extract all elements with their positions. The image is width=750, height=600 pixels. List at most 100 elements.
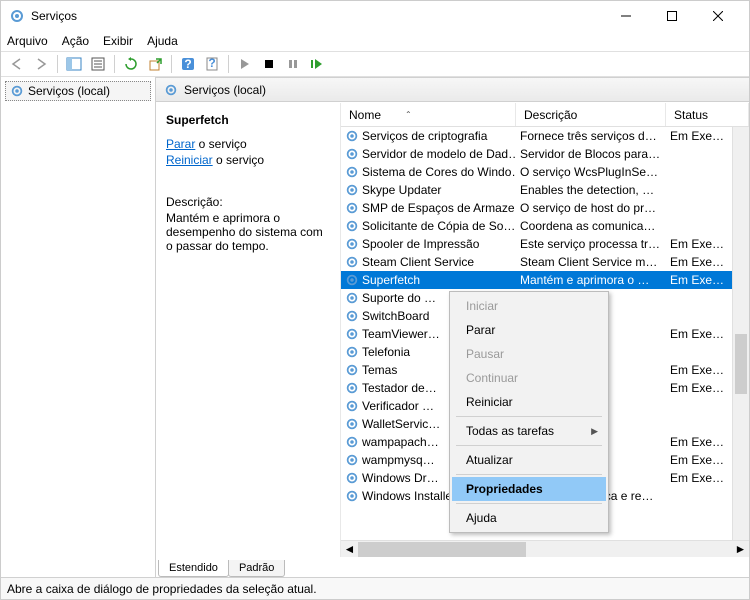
service-row[interactable]: Solicitante de Cópia de So…Coordena as c…	[341, 217, 749, 235]
column-description[interactable]: Descrição	[516, 103, 666, 126]
titlebar: Serviços	[1, 1, 749, 31]
service-desc-cell: Mantém e aprimora o …	[516, 273, 666, 287]
ctx-all-tasks[interactable]: Todas as tarefas▶	[452, 419, 606, 443]
ctx-restart[interactable]: Reiniciar	[452, 390, 606, 414]
scrollbar-thumb[interactable]	[735, 334, 747, 394]
ctx-help[interactable]: Ajuda	[452, 506, 606, 530]
tab-extended[interactable]: Estendido	[158, 560, 229, 577]
column-name[interactable]: Nome⌃	[341, 103, 516, 126]
ctx-stop[interactable]: Parar	[452, 318, 606, 342]
service-name-cell: Sistema de Cores do Windo…	[341, 165, 516, 179]
service-gear-icon	[345, 399, 359, 413]
menu-action[interactable]: Ação	[62, 34, 89, 48]
scroll-left-icon[interactable]: ◄	[341, 542, 358, 557]
ctx-continue[interactable]: Continuar	[452, 366, 606, 390]
pane-header: Serviços (local)	[156, 78, 749, 102]
service-gear-icon	[345, 345, 359, 359]
pause-service-button[interactable]	[281, 53, 305, 75]
service-row[interactable]: SuperfetchMantém e aprimora o …Em Exe…	[341, 271, 749, 289]
scrollbar-thumb[interactable]	[358, 542, 526, 557]
stop-link[interactable]: Parar	[166, 137, 195, 151]
toolbar: ? ?	[1, 51, 749, 77]
service-desc-cell: Servidor de Blocos para…	[516, 147, 666, 161]
refresh-button[interactable]	[119, 53, 143, 75]
ctx-separator	[456, 503, 602, 504]
ctx-pause[interactable]: Pausar	[452, 342, 606, 366]
service-desc-cell: Este serviço processa tr…	[516, 237, 666, 251]
minimize-button[interactable]	[603, 1, 649, 31]
scroll-right-icon[interactable]: ►	[732, 542, 749, 557]
ctx-refresh[interactable]: Atualizar	[452, 448, 606, 472]
start-service-button[interactable]	[233, 53, 257, 75]
ctx-separator	[456, 474, 602, 475]
service-gear-icon	[345, 219, 359, 233]
detail-title: Superfetch	[166, 113, 330, 127]
service-row[interactable]: Servidor de modelo de Dad…Servidor de Bl…	[341, 145, 749, 163]
service-name-cell: Superfetch	[341, 273, 516, 287]
ctx-properties[interactable]: Propriedades	[452, 477, 606, 501]
service-gear-icon	[345, 381, 359, 395]
service-gear-icon	[345, 291, 359, 305]
restart-suffix: o serviço	[213, 153, 264, 167]
service-desc-cell: Coordena as comunica…	[516, 219, 666, 233]
service-desc-cell: Enables the detection, …	[516, 183, 666, 197]
service-gear-icon	[345, 147, 359, 161]
service-gear-icon	[345, 237, 359, 251]
back-button[interactable]	[5, 53, 29, 75]
stop-service-button[interactable]	[257, 53, 281, 75]
context-menu: Iniciar Parar Pausar Continuar Reiniciar…	[449, 291, 609, 533]
submenu-arrow-icon: ▶	[591, 426, 598, 437]
service-gear-icon	[345, 273, 359, 287]
service-row[interactable]: Sistema de Cores do Windo…O serviço WcsP…	[341, 163, 749, 181]
service-row[interactable]: SMP de Espaços de Armaze…O serviço de ho…	[341, 199, 749, 217]
tree-root-label: Serviços (local)	[28, 84, 110, 98]
detail-stop-line: Parar o serviço	[166, 137, 330, 151]
service-row[interactable]: Skype UpdaterEnables the detection, …	[341, 181, 749, 199]
statusbar-text: Abre a caixa de diálogo de propriedades …	[7, 582, 317, 596]
tree-root-services[interactable]: Serviços (local)	[5, 81, 151, 101]
vertical-scrollbar[interactable]	[732, 127, 749, 540]
scroll-track[interactable]	[358, 542, 732, 557]
service-gear-icon	[345, 129, 359, 143]
service-gear-icon	[345, 471, 359, 485]
toolbar-separator	[171, 55, 172, 73]
show-hide-pane-button[interactable]	[62, 53, 86, 75]
svg-text:?: ?	[208, 57, 215, 70]
service-row[interactable]: Serviços de criptografiaFornece três ser…	[341, 127, 749, 145]
service-row[interactable]: Steam Client ServiceSteam Client Service…	[341, 253, 749, 271]
list-header: Nome⌃ Descrição Status	[341, 103, 749, 127]
properties-button[interactable]	[86, 53, 110, 75]
ctx-separator	[456, 416, 602, 417]
service-gear-icon	[345, 309, 359, 323]
service-row[interactable]: Spooler de ImpressãoEste serviço process…	[341, 235, 749, 253]
service-gear-icon	[345, 255, 359, 269]
service-desc-cell: O serviço de host do pr…	[516, 201, 666, 215]
service-gear-icon	[345, 165, 359, 179]
service-gear-icon	[345, 327, 359, 341]
help-topics-button[interactable]: ?	[200, 53, 224, 75]
toolbar-separator	[228, 55, 229, 73]
menu-help[interactable]: Ajuda	[147, 34, 178, 48]
restart-link[interactable]: Reiniciar	[166, 153, 213, 167]
restart-service-button[interactable]	[305, 53, 329, 75]
horizontal-scrollbar[interactable]: ◄ ►	[341, 540, 749, 557]
service-gear-icon	[345, 363, 359, 377]
toolbar-separator	[57, 55, 58, 73]
close-button[interactable]	[695, 1, 741, 31]
tab-standard[interactable]: Padrão	[228, 560, 285, 577]
menubar: Arquivo Ação Exibir Ajuda	[1, 31, 749, 51]
window-title: Serviços	[31, 9, 603, 23]
service-name-cell: Spooler de Impressão	[341, 237, 516, 251]
menu-view[interactable]: Exibir	[103, 34, 133, 48]
ctx-start[interactable]: Iniciar	[452, 294, 606, 318]
export-button[interactable]	[143, 53, 167, 75]
menu-file[interactable]: Arquivo	[7, 34, 48, 48]
toolbar-separator	[114, 55, 115, 73]
service-gear-icon	[345, 489, 359, 503]
forward-button[interactable]	[29, 53, 53, 75]
services-icon	[10, 84, 24, 98]
help-button[interactable]: ?	[176, 53, 200, 75]
view-tabs: Estendido Padrão	[156, 557, 749, 577]
maximize-button[interactable]	[649, 1, 695, 31]
column-status[interactable]: Status	[666, 103, 749, 126]
